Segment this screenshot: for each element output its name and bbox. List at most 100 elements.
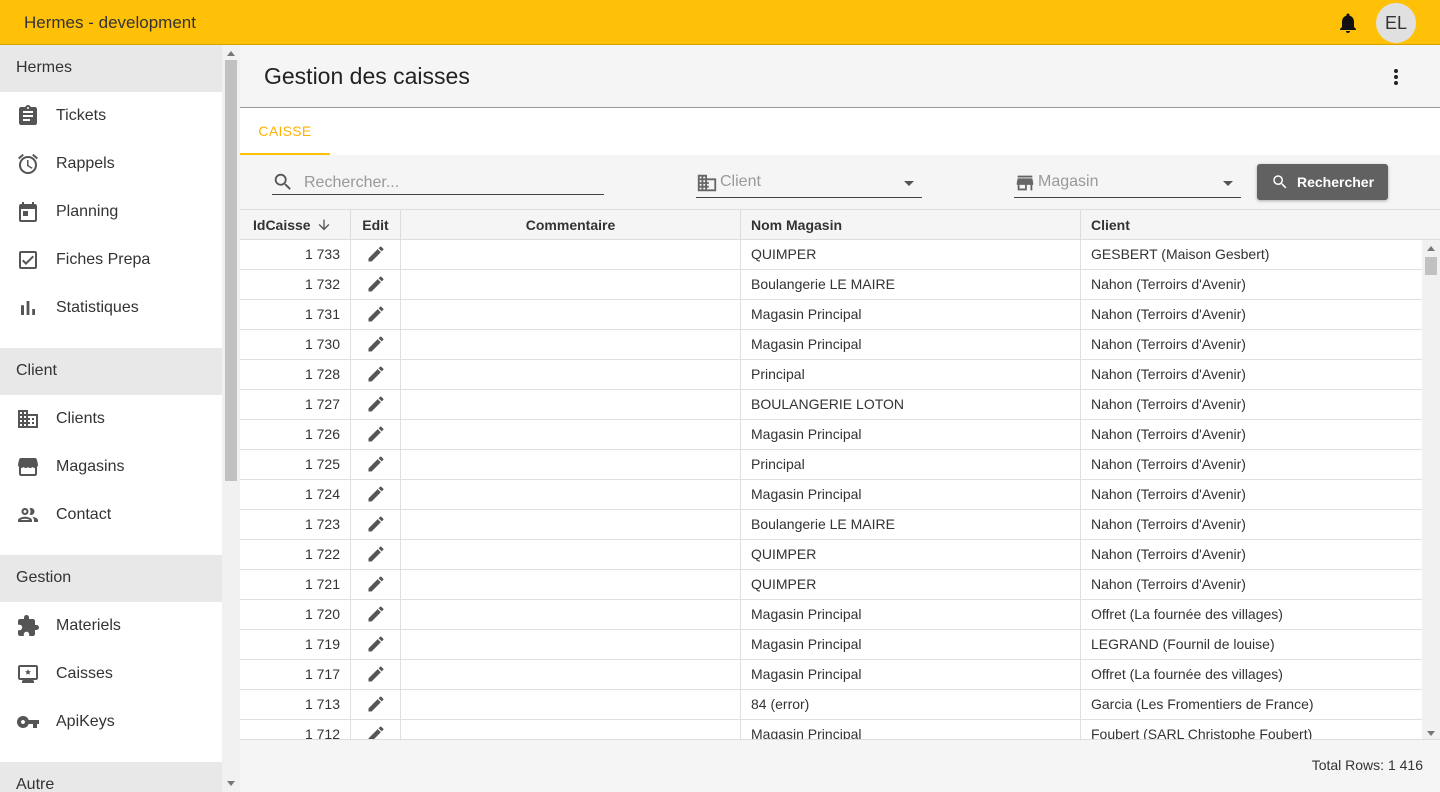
cell-edit[interactable] [351,360,401,389]
column-header-idcaisse[interactable]: IdCaisse [240,210,351,240]
edit-icon[interactable] [366,574,386,594]
scroll-down-arrow-icon[interactable] [227,781,235,786]
scroll-up-arrow-icon[interactable] [1427,246,1435,251]
cell-edit[interactable] [351,390,401,419]
avatar[interactable]: EL [1376,3,1416,43]
cell-edit[interactable] [351,510,401,539]
cell-edit[interactable] [351,420,401,449]
cell-edit[interactable] [351,600,401,629]
client-select[interactable]: Client [696,170,922,198]
edit-icon[interactable] [366,304,386,324]
edit-icon[interactable] [366,424,386,444]
table-row[interactable]: 1 726 Magasin Principal Nahon (Terroirs d'… [240,420,1422,450]
cell-edit[interactable] [351,480,401,509]
sidebar-section-hermes[interactable]: Hermes [0,45,222,92]
edit-icon[interactable] [366,364,386,384]
sidebar-item-contact[interactable]: Contact [0,491,222,539]
table-row[interactable]: 1 717 Magasin Principal Offret (La fournée… [240,660,1422,690]
more-vert-icon[interactable] [1390,65,1402,89]
column-header-client[interactable]: Client [1081,210,1440,240]
sidebar-section-gestion[interactable]: Gestion [0,555,222,602]
cell-edit[interactable] [351,240,401,269]
sidebar-item-fiches-prepa[interactable]: Fiches Prepa [0,236,222,284]
edit-icon[interactable] [366,544,386,564]
cell-edit[interactable] [351,450,401,479]
column-header-edit[interactable]: Edit [351,210,401,240]
cell-idcaisse: 1 725 [240,450,351,479]
search-input[interactable]: Rechercher... [272,171,604,195]
sidebar-item-magasins[interactable]: Magasins [0,443,222,491]
cell-commentaire [401,600,741,629]
table-row[interactable]: 1 722 QUIMPER Nahon (Terroirs d'Avenir) [240,540,1422,570]
table-row[interactable]: 1 725 Principal Nahon (Terroirs d'Avenir) [240,450,1422,480]
sidebar-section-autre[interactable]: Autre [0,762,222,792]
cell-commentaire [401,390,741,419]
edit-icon[interactable] [366,394,386,414]
table-row[interactable]: 1 719 Magasin Principal LEGRAND (Fournil d… [240,630,1422,660]
sidebar-item-label: Statistiques [56,299,139,316]
scroll-up-arrow-icon[interactable] [227,51,235,56]
grid-scrollbar[interactable] [1422,240,1440,739]
sidebar-section-client[interactable]: Client [0,348,222,395]
table-row[interactable]: 1 730 Magasin Principal Nahon (Terroirs d'… [240,330,1422,360]
cell-nom-magasin: Boulangerie LE MAIRE [741,270,1081,299]
sidebar-item-rappels[interactable]: Rappels [0,140,222,188]
cell-edit[interactable] [351,660,401,689]
chevron-down-icon [1223,181,1233,186]
table-row[interactable]: 1 721 QUIMPER Nahon (Terroirs d'Avenir) [240,570,1422,600]
table-row[interactable]: 1 732 Boulangerie LE MAIRE Nahon (Terroirs… [240,270,1422,300]
cell-edit[interactable] [351,270,401,299]
table-row[interactable]: 1 712 Magasin Principal Foubert (SARL Chri… [240,720,1422,739]
magasin-select[interactable]: Magasin [1014,170,1241,198]
table-row[interactable]: 1 728 Principal Nahon (Terroirs d'Avenir) [240,360,1422,390]
edit-icon[interactable] [366,454,386,474]
sidebar-item-clients[interactable]: Clients [0,395,222,443]
scrollbar-thumb[interactable] [1425,257,1437,275]
edit-icon[interactable] [366,724,386,739]
edit-icon[interactable] [366,664,386,684]
table-row[interactable]: 1 713 84 (error) Garcia (Les Fromentiers d… [240,690,1422,720]
tab-caisse[interactable]: CAISSE [240,108,330,155]
edit-icon[interactable] [366,334,386,354]
edit-icon[interactable] [366,694,386,714]
sidebar-scrollbar[interactable] [222,45,240,792]
edit-icon[interactable] [366,634,386,654]
client-select-placeholder: Client [720,173,761,190]
cell-edit[interactable] [351,690,401,719]
search-button-label: Rechercher [1297,174,1375,190]
sidebar-item-apikeys[interactable]: ApiKeys [0,698,222,746]
search-button[interactable]: Rechercher [1257,164,1388,200]
cell-idcaisse: 1 712 [240,720,351,739]
edit-icon[interactable] [366,484,386,504]
table-row[interactable]: 1 723 Boulangerie LE MAIRE Nahon (Terroirs… [240,510,1422,540]
sidebar-item-tickets[interactable]: Tickets [0,92,222,140]
table-row[interactable]: 1 724 Magasin Principal Nahon (Terroirs d'… [240,480,1422,510]
table-row[interactable]: 1 731 Magasin Principal Nahon (Terroirs d'… [240,300,1422,330]
sidebar-item-caisses[interactable]: Caisses [0,650,222,698]
edit-icon[interactable] [366,604,386,624]
column-header-nom-magasin[interactable]: Nom Magasin [741,210,1081,240]
edit-icon[interactable] [366,274,386,294]
cell-edit[interactable] [351,300,401,329]
cell-client: Offret (La fournée des villages) [1091,606,1283,622]
edit-icon[interactable] [366,244,386,264]
scrollbar-thumb[interactable] [225,60,237,481]
edit-icon[interactable] [366,514,386,534]
register-icon [18,665,38,683]
cell-edit[interactable] [351,630,401,659]
table-row[interactable]: 1 733 QUIMPER GESBERT (Maison Gesbert) [240,240,1422,270]
cell-edit[interactable] [351,540,401,569]
scroll-down-arrow-icon[interactable] [1427,731,1435,736]
bell-icon[interactable] [1336,11,1360,35]
table-row[interactable]: 1 727 BOULANGERIE LOTON Nahon (Terroirs d'… [240,390,1422,420]
cell-edit[interactable] [351,330,401,359]
table-row[interactable]: 1 720 Magasin Principal Offret (La fournée… [240,600,1422,630]
cell-edit[interactable] [351,720,401,739]
sidebar-item-materiels[interactable]: Materiels [0,602,222,650]
cell-idcaisse: 1 722 [240,540,351,569]
column-header-commentaire[interactable]: Commentaire [401,210,741,240]
building-icon [18,410,38,428]
cell-edit[interactable] [351,570,401,599]
sidebar-item-statistiques[interactable]: Statistiques [0,284,222,332]
sidebar-item-planning[interactable]: Planning [0,188,222,236]
